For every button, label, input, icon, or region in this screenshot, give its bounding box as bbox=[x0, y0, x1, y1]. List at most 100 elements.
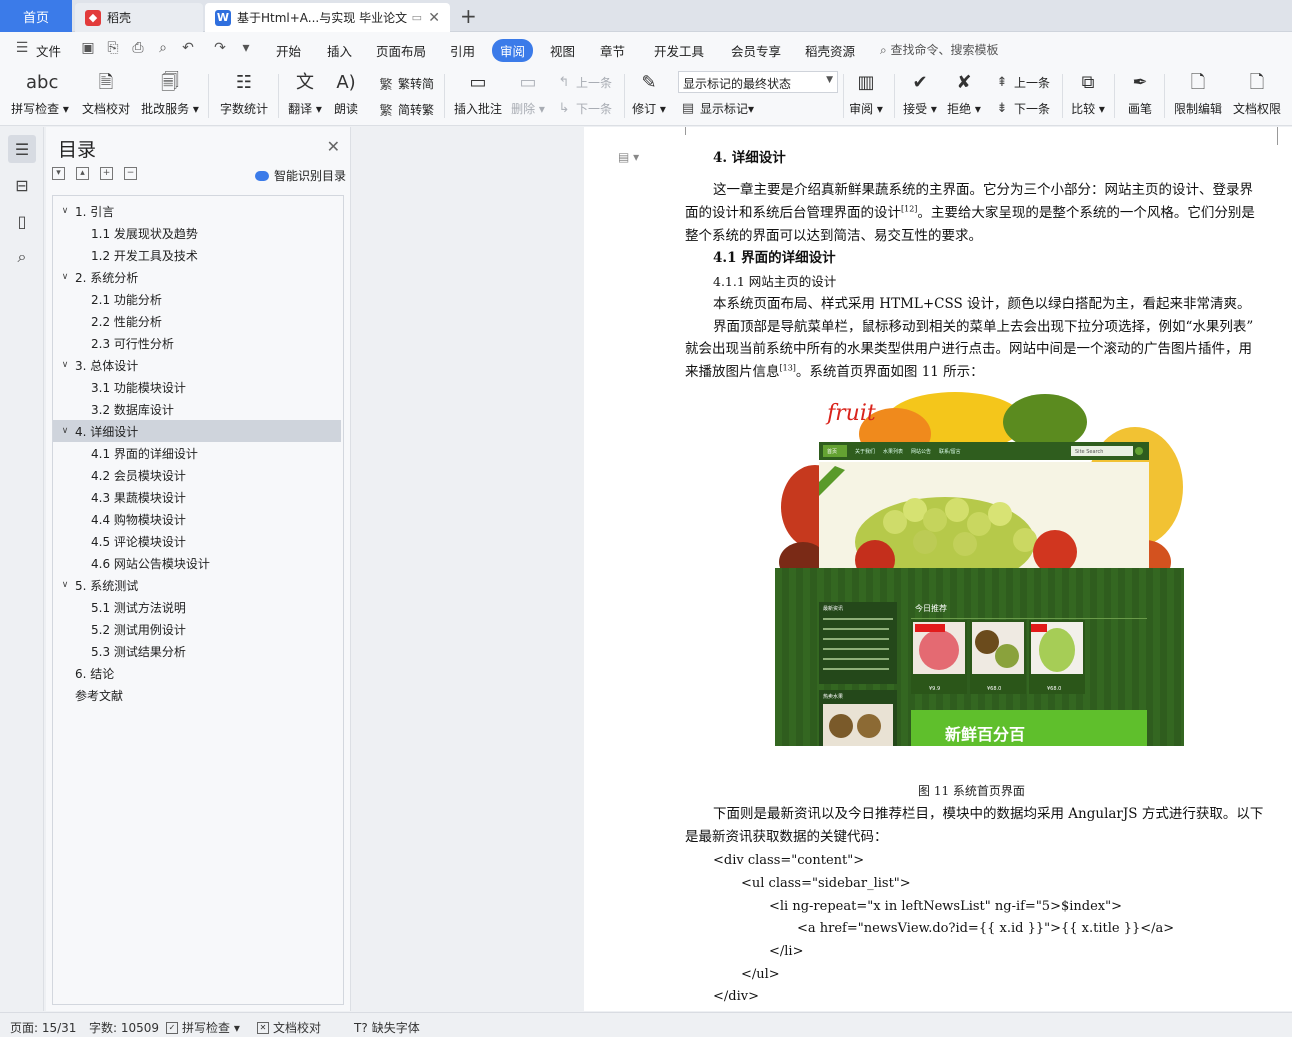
menu-review[interactable]: 审阅 bbox=[492, 39, 534, 62]
doc-rights-button[interactable]: 🗋 文档权限 bbox=[1230, 70, 1284, 117]
toc-item[interactable]: 5.3 测试结果分析 bbox=[53, 640, 341, 662]
next-change-button[interactable]: ⇟ 下一条 bbox=[994, 100, 1050, 117]
restrict-editing-button[interactable]: 🗋 限制编辑 bbox=[1170, 70, 1226, 117]
chevron-down-icon[interactable]: ∨ bbox=[59, 580, 71, 590]
menu-view[interactable]: 视图 bbox=[550, 41, 575, 60]
chevron-down-icon[interactable]: ∨ bbox=[59, 206, 71, 216]
next-comment-button[interactable]: ↳ 下一条 bbox=[556, 100, 612, 117]
menu-insert[interactable]: 插入 bbox=[327, 41, 352, 60]
simp-to-trad-icon: 繁 bbox=[379, 104, 393, 119]
word-count-indicator[interactable]: 字数: 10509 bbox=[89, 1019, 159, 1036]
pen-button[interactable]: ✒ 画笔 bbox=[1122, 70, 1158, 117]
command-search[interactable]: ⌕ 查找命令、搜索模板 bbox=[880, 41, 999, 58]
toc-item[interactable]: 2.2 性能分析 bbox=[53, 310, 341, 332]
page-indicator[interactable]: 页面: 15/31 bbox=[10, 1019, 76, 1036]
toc-item[interactable]: 2.3 可行性分析 bbox=[53, 332, 341, 354]
pin-icon[interactable]: ▭ bbox=[412, 11, 422, 24]
menu-docer[interactable]: 稻壳资源 bbox=[805, 41, 855, 60]
annotation-service-button[interactable]: 🗐 批改服务 ▾ bbox=[140, 70, 200, 117]
toc-item[interactable]: ∨ 5. 系统测试 bbox=[53, 574, 341, 596]
chevron-down-icon[interactable]: ∨ bbox=[59, 360, 71, 370]
compare-button[interactable]: ⧉ 比较 ▾ bbox=[1068, 70, 1108, 117]
toc-item[interactable]: 5.1 测试方法说明 bbox=[53, 596, 341, 618]
doc-proof-button[interactable]: 🗎 文档校对 bbox=[80, 70, 132, 117]
add-heading-icon[interactable]: + bbox=[100, 167, 113, 180]
bookmark-icon[interactable]: ▯ bbox=[8, 207, 36, 235]
toc-item[interactable]: 5.2 测试用例设计 bbox=[53, 618, 341, 640]
toc-item[interactable]: ∨ 1. 引言 bbox=[53, 200, 341, 222]
menu-devtools[interactable]: 开发工具 bbox=[654, 41, 704, 60]
paragraph-menu-icon[interactable]: ▤ ▾ bbox=[618, 150, 639, 164]
toc-item[interactable]: 参考文献 bbox=[53, 684, 341, 706]
toc-item[interactable]: 4.1 界面的详细设计 bbox=[53, 442, 341, 464]
figure-homepage-screenshot[interactable]: 首页 关于我们 水果列表 网站公告 联系/留言 Site Search frui… bbox=[775, 392, 1184, 746]
reject-button[interactable]: ✘ 拒绝 ▾ bbox=[946, 70, 982, 117]
save-icon[interactable]: ▣ bbox=[80, 40, 96, 56]
menu-chapter[interactable]: 章节 bbox=[600, 41, 625, 60]
toc-item[interactable]: 4.2 会员模块设计 bbox=[53, 464, 341, 486]
status-doc-proof[interactable]: ✕ 文档校对 bbox=[257, 1019, 321, 1036]
toc-item[interactable]: 1.2 开发工具及技术 bbox=[53, 244, 341, 266]
preview-icon[interactable]: ⌕ bbox=[155, 40, 171, 56]
tab-home[interactable]: 首页 bbox=[0, 0, 72, 32]
toc-item[interactable]: 4.4 购物模块设计 bbox=[53, 508, 341, 530]
hamburger-icon[interactable]: ☰ bbox=[14, 40, 30, 56]
toc-item[interactable]: 3.1 功能模块设计 bbox=[53, 376, 341, 398]
menu-file[interactable]: 文件 bbox=[36, 41, 61, 60]
word-count-button[interactable]: ☷ 字数统计 bbox=[218, 70, 270, 117]
translate-button[interactable]: 文翻译 ▾ bbox=[286, 70, 324, 117]
toc-item[interactable]: ∨ 3. 总体设计 bbox=[53, 354, 341, 376]
menu-member[interactable]: 会员专享 bbox=[731, 41, 781, 60]
toc-pane-icon[interactable]: ☰ bbox=[8, 135, 36, 163]
chapter-nav-icon[interactable]: ⊟ bbox=[8, 171, 36, 199]
delete-comment-button[interactable]: ▭ 删除 ▾ bbox=[510, 70, 546, 117]
toc-item[interactable]: 2.1 功能分析 bbox=[53, 288, 341, 310]
tab-docer[interactable]: ◆ 稻壳 bbox=[75, 3, 203, 32]
toc-item[interactable]: 4.3 果蔬模块设计 bbox=[53, 486, 341, 508]
track-changes-button[interactable]: ✎ 修订 ▾ bbox=[630, 70, 668, 117]
toc-item[interactable]: ∨ 4. 详细设计 bbox=[53, 420, 341, 442]
review-pane-button[interactable]: ▥ 审阅 ▾ bbox=[848, 70, 884, 117]
search-icon[interactable]: ⌕ bbox=[8, 243, 36, 271]
delete-comment-label: 删除 bbox=[511, 102, 536, 116]
markup-state-select[interactable]: 显示标记的最终状态 ▼ bbox=[678, 71, 838, 93]
prev-change-button[interactable]: ⇞ 上一条 bbox=[994, 74, 1050, 91]
accept-button[interactable]: ✔ 接受 ▾ bbox=[902, 70, 938, 117]
menu-layout[interactable]: 页面布局 bbox=[376, 41, 426, 60]
smart-toc-button[interactable]: 智能识别目录 bbox=[254, 167, 346, 184]
menu-start[interactable]: 开始 bbox=[276, 41, 301, 60]
toc-item-label: 1. 引言 bbox=[75, 204, 115, 219]
toc-item[interactable]: 3.2 数据库设计 bbox=[53, 398, 341, 420]
toc-item[interactable]: 1.1 发展现状及趋势 bbox=[53, 222, 341, 244]
simp-to-trad-button[interactable]: 繁简转繁 bbox=[378, 100, 434, 119]
toc-item[interactable]: 6. 结论 bbox=[53, 662, 341, 684]
toc-item-label: 4. 详细设计 bbox=[75, 424, 139, 439]
toc-item[interactable]: 4.5 评论模块设计 bbox=[53, 530, 341, 552]
collapse-all-icon[interactable]: ▾ bbox=[52, 167, 65, 180]
new-tab-icon[interactable]: + bbox=[460, 4, 477, 28]
chevron-down-icon[interactable]: ∨ bbox=[59, 272, 71, 282]
expand-up-icon[interactable]: ▴ bbox=[76, 167, 89, 180]
show-markup-button[interactable]: ▤ 显示标记 ▾ bbox=[680, 100, 754, 117]
status-spell-check[interactable]: ✓ 拼写检查 ▾ bbox=[166, 1019, 240, 1036]
close-icon[interactable]: ✕ bbox=[428, 10, 440, 26]
trad-to-simp-button[interactable]: 繁繁转简 bbox=[378, 74, 434, 93]
missing-fonts[interactable]: T? 缺失字体 bbox=[354, 1019, 420, 1036]
print-icon[interactable]: ⎙ bbox=[130, 40, 146, 56]
toc-item[interactable]: 4.6 网站公告模块设计 bbox=[53, 552, 341, 574]
ribbon-separator bbox=[624, 74, 625, 118]
menu-reference[interactable]: 引用 bbox=[450, 41, 475, 60]
spell-check-button[interactable]: abc 拼写检查 ▾ bbox=[10, 70, 70, 117]
prev-comment-button[interactable]: ↰ 上一条 bbox=[556, 74, 612, 91]
toc-item[interactable]: ∨ 2. 系统分析 bbox=[53, 266, 341, 288]
export-icon[interactable]: ⎘ bbox=[105, 40, 121, 56]
read-aloud-button[interactable]: A) 朗读 bbox=[330, 70, 362, 117]
tab-document[interactable]: W 基于Html+A...与实现 毕业论文 ▭ ✕ bbox=[205, 3, 450, 32]
more-icon[interactable]: ▾ bbox=[238, 40, 254, 56]
redo-icon[interactable]: ↷ bbox=[212, 40, 228, 56]
insert-comment-button[interactable]: ▭ 插入批注 bbox=[452, 70, 504, 117]
chevron-down-icon[interactable]: ∨ bbox=[59, 426, 71, 436]
remove-heading-icon[interactable]: − bbox=[124, 167, 137, 180]
undo-icon[interactable]: ↶ bbox=[180, 40, 196, 56]
close-icon[interactable]: ✕ bbox=[327, 137, 340, 156]
